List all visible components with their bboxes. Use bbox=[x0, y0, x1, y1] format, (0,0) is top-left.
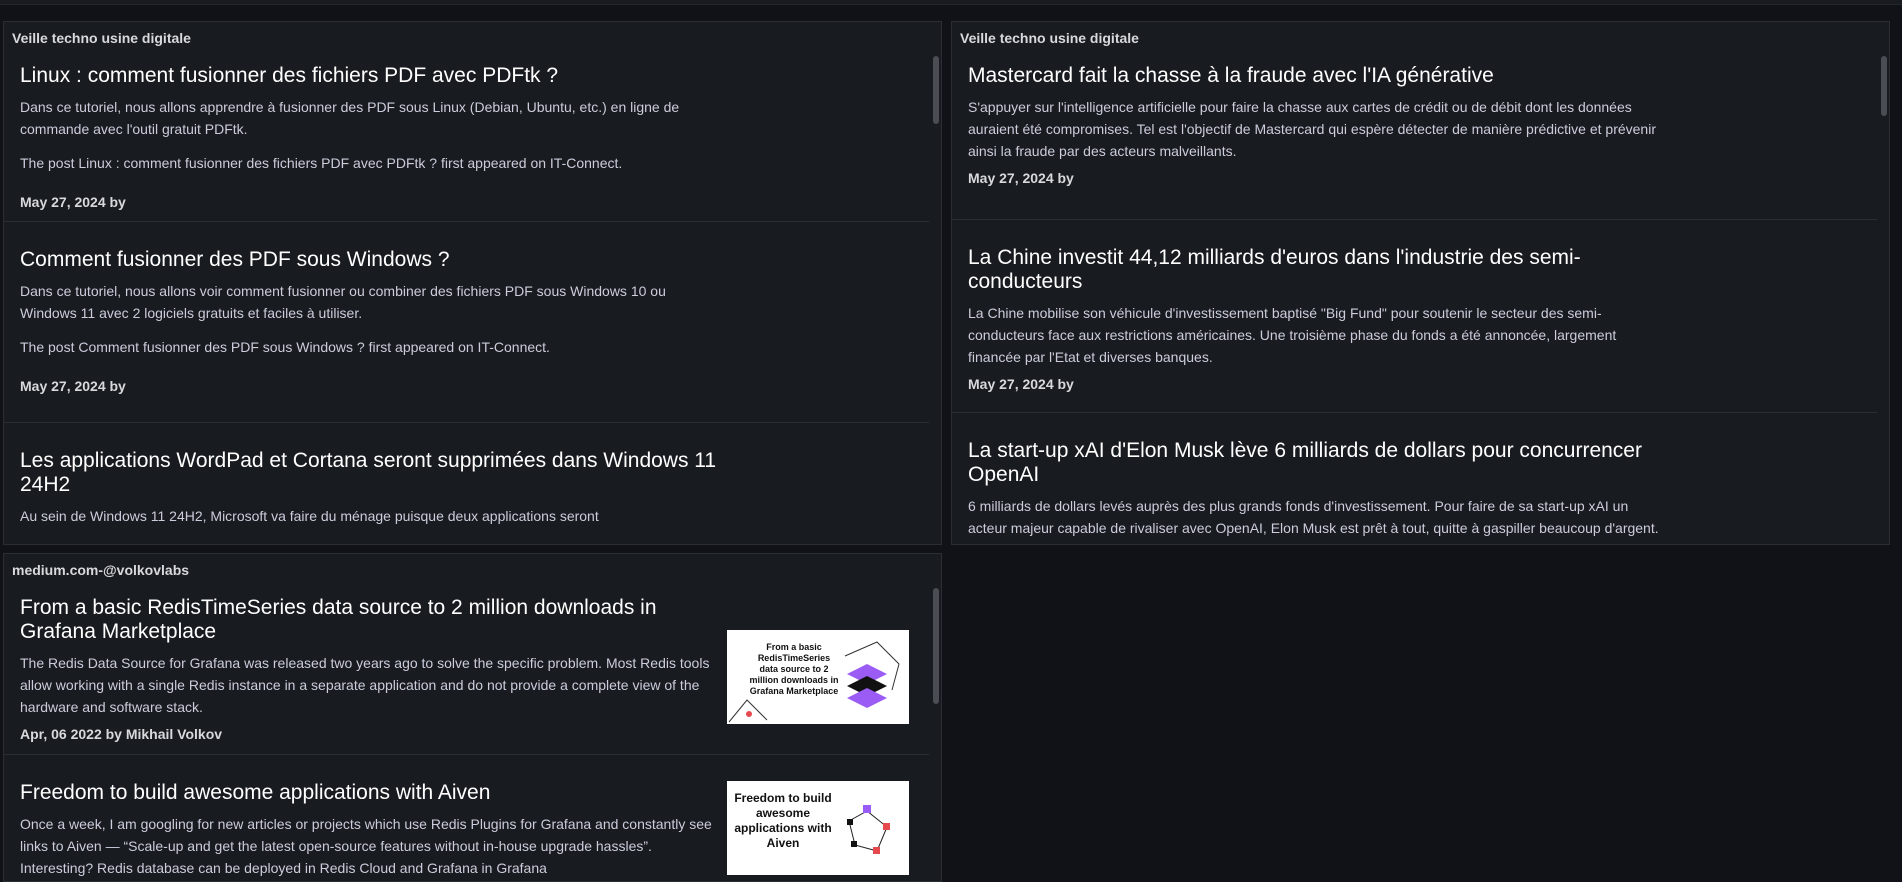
scrollbar[interactable] bbox=[933, 588, 939, 704]
news-title-link[interactable]: La start-up xAI d'Elon Musk lève 6 milli… bbox=[968, 439, 1688, 487]
news-title-link[interactable]: La Chine investit 44,12 milliards d'euro… bbox=[968, 246, 1688, 294]
news-item[interactable]: From a basic RedisTimeSeries data source… bbox=[4, 584, 929, 755]
news-description: The Redis Data Source for Grafana was re… bbox=[20, 655, 710, 715]
panel-veille-techno-right: Veille techno usine digitale Mastercard … bbox=[951, 21, 1890, 545]
news-meta: May 27, 2024 by bbox=[20, 194, 126, 210]
news-list: Mastercard fait la chasse à la fraude av… bbox=[952, 52, 1877, 544]
news-item[interactable]: Comment fusionner des PDF sous Windows ?… bbox=[4, 222, 929, 423]
stack-icon bbox=[728, 641, 900, 723]
article-thumbnail[interactable]: From a basic RedisTimeSeries data source… bbox=[727, 630, 909, 724]
news-item[interactable]: Linux : comment fusionner des fichiers P… bbox=[4, 52, 929, 222]
news-item[interactable]: Freedom to build awesome applications wi… bbox=[4, 755, 929, 881]
news-meta: May 27, 2024 by bbox=[20, 378, 126, 394]
panel-medium-volkovlabs: medium.com-@volkovlabs From a basic Redi… bbox=[3, 553, 942, 882]
scrollbar[interactable] bbox=[933, 56, 939, 124]
panel-veille-techno-left: Veille techno usine digitale Linux : com… bbox=[3, 21, 942, 545]
network-icon bbox=[847, 805, 890, 854]
panel-title: Veille techno usine digitale bbox=[12, 30, 191, 46]
top-bar bbox=[0, 0, 1902, 5]
article-thumbnail[interactable]: Freedom to build awesome applications wi… bbox=[727, 781, 909, 875]
news-title-link[interactable]: Freedom to build awesome applications wi… bbox=[20, 781, 720, 805]
news-description: 6 milliards de dollars levés auprès des … bbox=[968, 498, 1659, 536]
panel-title: medium.com-@volkovlabs bbox=[12, 562, 190, 578]
news-item[interactable]: La start-up xAI d'Elon Musk lève 6 milli… bbox=[952, 413, 1877, 544]
news-meta: May 27, 2024 by bbox=[968, 170, 1074, 186]
news-description: Dans ce tutoriel, nous allons apprendre … bbox=[20, 99, 680, 137]
news-title-link[interactable]: From a basic RedisTimeSeries data source… bbox=[20, 596, 720, 644]
news-item[interactable]: La Chine investit 44,12 milliards d'euro… bbox=[952, 220, 1877, 413]
news-title-link[interactable]: Mastercard fait la chasse à la fraude av… bbox=[968, 64, 1688, 88]
news-title-link[interactable]: Linux : comment fusionner des fichiers P… bbox=[20, 64, 740, 88]
scrollbar[interactable] bbox=[1881, 56, 1887, 116]
news-item[interactable]: Les applications WordPad et Cortana sero… bbox=[4, 423, 929, 541]
news-list: From a basic RedisTimeSeries data source… bbox=[4, 584, 929, 881]
news-meta: Apr, 06 2022 by Mikhail Volkov bbox=[20, 726, 223, 742]
news-description: Au sein de Windows 11 24H2, Microsoft va… bbox=[20, 508, 599, 524]
news-description: La Chine mobilise son véhicule d'investi… bbox=[968, 305, 1617, 365]
news-meta: May 27, 2024 by bbox=[968, 376, 1074, 392]
news-title-link[interactable]: Les applications WordPad et Cortana sero… bbox=[20, 449, 740, 497]
news-title-link[interactable]: Comment fusionner des PDF sous Windows ? bbox=[20, 248, 740, 272]
news-description: S'appuyer sur l'intelligence artificiell… bbox=[968, 99, 1656, 159]
news-list: Linux : comment fusionner des fichiers P… bbox=[4, 52, 929, 544]
news-post-footer: The post Linux : comment fusionner des f… bbox=[20, 155, 623, 171]
news-item[interactable]: Mastercard fait la chasse à la fraude av… bbox=[952, 52, 1877, 220]
news-post-footer: The post Comment fusionner des PDF sous … bbox=[20, 339, 550, 355]
panel-title: Veille techno usine digitale bbox=[960, 30, 1139, 46]
news-description: Once a week, I am googling for new artic… bbox=[20, 816, 712, 876]
news-description: Dans ce tutoriel, nous allons voir comme… bbox=[20, 283, 666, 321]
